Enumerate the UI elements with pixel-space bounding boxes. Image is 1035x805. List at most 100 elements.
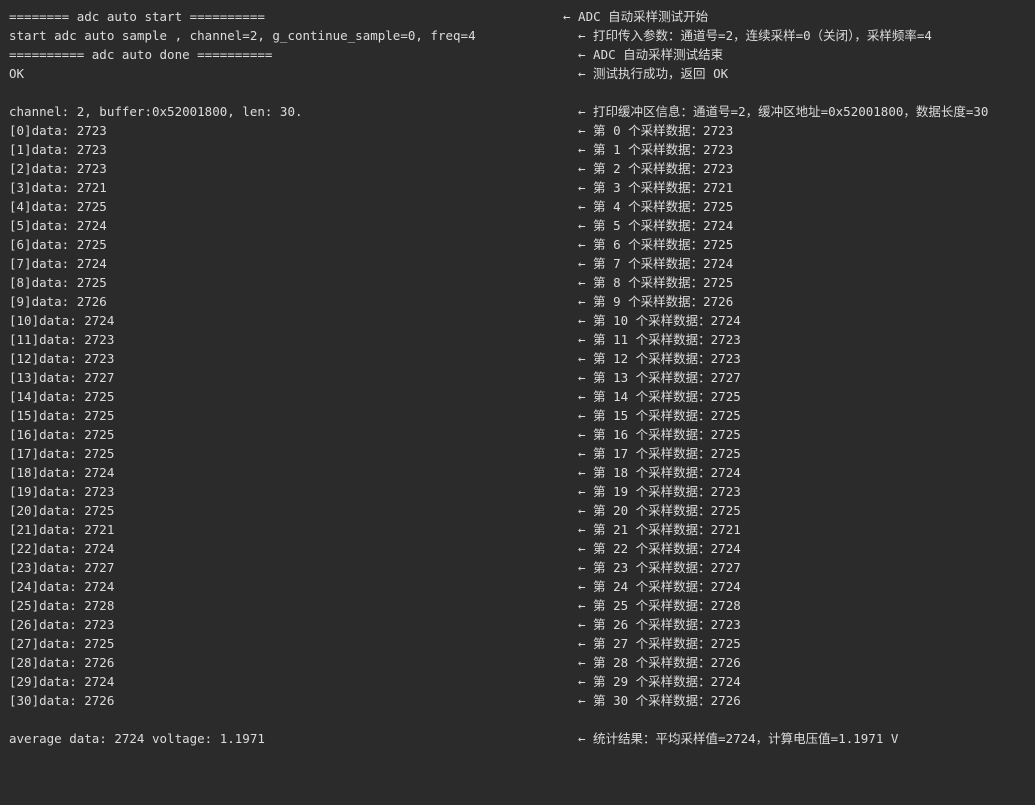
data-line: [24]data: 2724 ← 第 24 个采样数据：2724 — [0, 577, 1035, 596]
annotation-text: ← 打印缓冲区信息：通道号=2，缓冲区地址=0x52001800，数据长度=30 — [578, 104, 989, 119]
annotation-text: ← 第 22 个采样数据：2724 — [578, 541, 741, 556]
annotation-text: ← 第 14 个采样数据：2725 — [578, 389, 741, 404]
data-line: [21]data: 2721 ← 第 21 个采样数据：2721 — [0, 520, 1035, 539]
data-line: [19]data: 2723 ← 第 19 个采样数据：2723 — [0, 482, 1035, 501]
data-line: [9]data: 2726 ← 第 9 个采样数据：2726 — [0, 292, 1035, 311]
data-line: [29]data: 2724 ← 第 29 个采样数据：2724 — [0, 672, 1035, 691]
annotation-text: ← 第 9 个采样数据：2726 — [578, 294, 734, 309]
annotation-text: ← 第 23 个采样数据：2727 — [578, 560, 741, 575]
annotation-text: ← ADC 自动采样测试开始 — [563, 9, 709, 24]
log-text: start adc auto sample , channel=2, g_con… — [9, 28, 476, 43]
data-line: [2]data: 2723 ← 第 2 个采样数据：2723 — [0, 159, 1035, 178]
console-line: OK ← 测试执行成功，返回 OK — [0, 64, 1035, 83]
annotation-text: ← ADC 自动采样测试结束 — [578, 47, 724, 62]
data-line: [7]data: 2724 ← 第 7 个采样数据：2724 — [0, 254, 1035, 273]
log-text: ========== adc auto done ========== — [9, 47, 273, 62]
log-text: [16]data: 2725 — [9, 427, 115, 442]
data-line: [4]data: 2725 ← 第 4 个采样数据：2725 — [0, 197, 1035, 216]
annotation-text: ← 第 27 个采样数据：2725 — [578, 636, 741, 651]
console-line: start adc auto sample , channel=2, g_con… — [0, 26, 1035, 45]
annotation-text: ← 第 16 个采样数据：2725 — [578, 427, 741, 442]
annotation-text: ← 第 17 个采样数据：2725 — [578, 446, 741, 461]
annotation-text: ← 第 0 个采样数据：2723 — [578, 123, 734, 138]
log-text: [0]data: 2723 — [9, 123, 107, 138]
annotation-text: ← 第 4 个采样数据：2725 — [578, 199, 734, 214]
annotation-text: ← 第 10 个采样数据：2724 — [578, 313, 741, 328]
data-line: [16]data: 2725 ← 第 16 个采样数据：2725 — [0, 425, 1035, 444]
annotation-text: ← 第 8 个采样数据：2725 — [578, 275, 734, 290]
log-text: [5]data: 2724 — [9, 218, 107, 233]
log-text: average data: 2724 voltage: 1.1971 — [9, 731, 265, 746]
annotation-text: ← 第 19 个采样数据：2723 — [578, 484, 741, 499]
annotation-text: ← 第 7 个采样数据：2724 — [578, 256, 734, 271]
data-line: [20]data: 2725 ← 第 20 个采样数据：2725 — [0, 501, 1035, 520]
annotation-text: ← 第 13 个采样数据：2727 — [578, 370, 741, 385]
annotation-text: ← 第 11 个采样数据：2723 — [578, 332, 741, 347]
console-line: average data: 2724 voltage: 1.1971 ← 统计结… — [0, 729, 1035, 748]
log-text: [12]data: 2723 — [9, 351, 115, 366]
log-text: [7]data: 2724 — [9, 256, 107, 271]
data-line: [6]data: 2725 ← 第 6 个采样数据：2725 — [0, 235, 1035, 254]
console-output: ======== adc auto start ========== ← ADC… — [0, 0, 1035, 755]
annotation-text: ← 第 28 个采样数据：2726 — [578, 655, 741, 670]
console-line: ======== adc auto start ========== ← ADC… — [0, 7, 1035, 26]
log-text: [22]data: 2724 — [9, 541, 115, 556]
data-line: [12]data: 2723 ← 第 12 个采样数据：2723 — [0, 349, 1035, 368]
annotation-text: ← 第 29 个采样数据：2724 — [578, 674, 741, 689]
log-text: [29]data: 2724 — [9, 674, 115, 689]
log-text: OK — [9, 66, 25, 81]
data-line: [25]data: 2728 ← 第 25 个采样数据：2728 — [0, 596, 1035, 615]
log-text: [18]data: 2724 — [9, 465, 115, 480]
data-line: [11]data: 2723 ← 第 11 个采样数据：2723 — [0, 330, 1035, 349]
log-text: [11]data: 2723 — [9, 332, 115, 347]
annotation-text: ← 第 12 个采样数据：2723 — [578, 351, 741, 366]
annotation-text: ← 第 15 个采样数据：2725 — [578, 408, 741, 423]
annotation-text: ← 第 6 个采样数据：2725 — [578, 237, 734, 252]
data-line: [17]data: 2725 ← 第 17 个采样数据：2725 — [0, 444, 1035, 463]
log-text: [25]data: 2728 — [9, 598, 115, 613]
log-text: [26]data: 2723 — [9, 617, 115, 632]
log-text: [17]data: 2725 — [9, 446, 115, 461]
log-text: [8]data: 2725 — [9, 275, 107, 290]
data-line: [10]data: 2724 ← 第 10 个采样数据：2724 — [0, 311, 1035, 330]
data-line: [27]data: 2725 ← 第 27 个采样数据：2725 — [0, 634, 1035, 653]
console-line: ========== adc auto done ========== ← AD… — [0, 45, 1035, 64]
data-line: [1]data: 2723 ← 第 1 个采样数据：2723 — [0, 140, 1035, 159]
log-text: [24]data: 2724 — [9, 579, 115, 594]
log-text: [13]data: 2727 — [9, 370, 115, 385]
annotation-text: ← 第 26 个采样数据：2723 — [578, 617, 741, 632]
log-text: channel: 2, buffer:0x52001800, len: 30. — [9, 104, 303, 119]
log-text: [19]data: 2723 — [9, 484, 115, 499]
log-text: [1]data: 2723 — [9, 142, 107, 157]
log-text: [28]data: 2726 — [9, 655, 115, 670]
data-line: [26]data: 2723 ← 第 26 个采样数据：2723 — [0, 615, 1035, 634]
annotation-text: ← 第 2 个采样数据：2723 — [578, 161, 734, 176]
annotation-text: ← 统计结果：平均采样值=2724，计算电压值=1.1971 V — [578, 731, 899, 746]
data-line: [13]data: 2727 ← 第 13 个采样数据：2727 — [0, 368, 1035, 387]
annotation-text: ← 第 20 个采样数据：2725 — [578, 503, 741, 518]
annotation-text: ← 第 5 个采样数据：2724 — [578, 218, 734, 233]
log-text: [27]data: 2725 — [9, 636, 115, 651]
data-line: [30]data: 2726 ← 第 30 个采样数据：2726 — [0, 691, 1035, 710]
log-text: ======== adc auto start ========== — [9, 9, 265, 24]
log-text: [14]data: 2725 — [9, 389, 115, 404]
annotation-text: ← 第 1 个采样数据：2723 — [578, 142, 734, 157]
annotation-text: ← 第 21 个采样数据：2721 — [578, 522, 741, 537]
log-text: [4]data: 2725 — [9, 199, 107, 214]
annotation-text: ← 第 18 个采样数据：2724 — [578, 465, 741, 480]
data-line: [28]data: 2726 ← 第 28 个采样数据：2726 — [0, 653, 1035, 672]
data-line: [0]data: 2723 ← 第 0 个采样数据：2723 — [0, 121, 1035, 140]
annotation-text: ← 打印传入参数：通道号=2，连续采样=0（关闭），采样频率=4 — [578, 28, 932, 43]
data-line: [14]data: 2725 ← 第 14 个采样数据：2725 — [0, 387, 1035, 406]
data-line: [8]data: 2725 ← 第 8 个采样数据：2725 — [0, 273, 1035, 292]
log-text: [20]data: 2725 — [9, 503, 115, 518]
data-line: [22]data: 2724 ← 第 22 个采样数据：2724 — [0, 539, 1035, 558]
data-line: [23]data: 2727 ← 第 23 个采样数据：2727 — [0, 558, 1035, 577]
log-text: [15]data: 2725 — [9, 408, 115, 423]
data-line: [3]data: 2721 ← 第 3 个采样数据：2721 — [0, 178, 1035, 197]
console-line: channel: 2, buffer:0x52001800, len: 30. … — [0, 102, 1035, 121]
log-text: [21]data: 2721 — [9, 522, 115, 537]
annotation-text: ← 第 24 个采样数据：2724 — [578, 579, 741, 594]
log-text: [30]data: 2726 — [9, 693, 115, 708]
data-line: [5]data: 2724 ← 第 5 个采样数据：2724 — [0, 216, 1035, 235]
